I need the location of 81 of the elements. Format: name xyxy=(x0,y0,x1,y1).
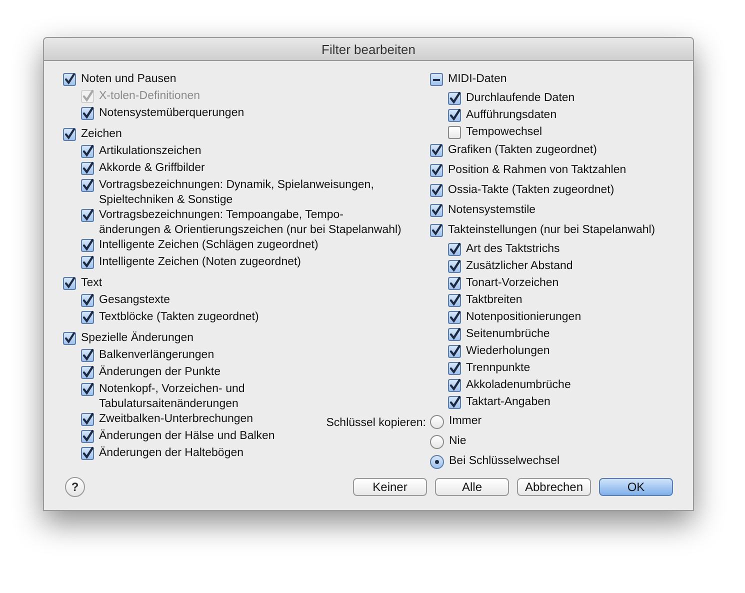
dialog-button[interactable]: Abbrechen xyxy=(517,478,591,496)
checkbox-label: Text xyxy=(81,276,102,291)
checkbox-label: Notensystemstile xyxy=(448,203,536,218)
checkbox[interactable] xyxy=(81,366,94,379)
checkbox-label: Zeichen xyxy=(81,127,122,142)
checkbox-label: Tempowechsel xyxy=(466,125,542,140)
checkbox-label: Akkorde & Griffbilder xyxy=(99,161,205,176)
checkbox-label: Tonart-Vorzeichen xyxy=(466,276,559,291)
checkbox-label: Notenkopf-, Vorzeichen- und Tabulatursaitenänderungen xyxy=(99,382,245,412)
checkbox-label: Noten und Pausen xyxy=(81,72,176,87)
checkbox-label: Intelligente Zeichen (Schlägen zugeordnet) xyxy=(99,238,318,253)
checkbox[interactable] xyxy=(81,294,94,307)
checkbox[interactable] xyxy=(81,430,94,443)
radio-label: Nie xyxy=(449,434,466,449)
checkbox[interactable] xyxy=(448,396,461,409)
checkbox-label: Taktart-Angaben xyxy=(466,395,550,410)
checkbox-label: Textblöcke (Takten zugeordnet) xyxy=(99,310,259,325)
checkbox[interactable] xyxy=(448,294,461,307)
checkbox-label: Änderungen der Haltebögen xyxy=(99,446,244,461)
checkbox-label: Grafiken (Takten zugeordnet) xyxy=(448,143,597,158)
checkbox[interactable] xyxy=(448,311,461,324)
checkbox[interactable] xyxy=(81,162,94,175)
checkbox[interactable] xyxy=(448,277,461,290)
checkbox-label: Spezielle Änderungen xyxy=(81,331,194,346)
checkbox-label: Vortragsbezeichnungen: Dynamik, Spielanweisungen, Spieltechniken & Sonstige xyxy=(99,178,374,208)
checkbox-label: Durchlaufende Daten xyxy=(466,91,575,106)
checkbox[interactable] xyxy=(448,345,461,358)
radio-button[interactable] xyxy=(430,414,444,428)
checkbox[interactable] xyxy=(81,349,94,362)
checkbox-label: Takteinstellungen (nur bei Stapelanwahl) xyxy=(448,223,656,238)
checkbox[interactable] xyxy=(81,107,94,120)
checkbox[interactable] xyxy=(81,447,94,460)
checkbox[interactable] xyxy=(81,311,94,324)
checkbox-label: Wiederholungen xyxy=(466,344,550,359)
radio-group-label: Schlüssel kopieren: xyxy=(325,416,426,431)
checkbox-label: Vortragsbezeichnungen: Tempoangabe, Tempo- änderungen & Orientierungszeichen (nur bei Stapelanwahl) xyxy=(99,208,402,238)
radio-label: Bei Schlüsselwechsel xyxy=(449,454,560,469)
checkbox-label: Seitenumbrüche xyxy=(466,327,550,342)
checkbox-label: Zusätzlicher Abstand xyxy=(466,259,573,274)
checkbox[interactable] xyxy=(81,179,94,192)
checkbox-label: Notensystemüberquerungen xyxy=(99,106,244,121)
checkbox[interactable] xyxy=(81,239,94,252)
checkbox-label: Art des Taktstrichs xyxy=(466,242,560,257)
checkbox[interactable] xyxy=(448,126,461,139)
checkbox[interactable] xyxy=(430,73,443,86)
checkbox[interactable] xyxy=(81,413,94,426)
checkbox-label: X-tolen-Definitionen xyxy=(99,89,200,104)
checkbox[interactable] xyxy=(448,328,461,341)
checkbox[interactable] xyxy=(448,260,461,273)
checkbox-label: Aufführungsdaten xyxy=(466,108,557,123)
checkbox-label: Änderungen der Punkte xyxy=(99,365,220,380)
radio-label: Immer xyxy=(449,414,482,429)
checkbox[interactable] xyxy=(448,109,461,122)
checkbox-label: Änderungen der Hälse und Balken xyxy=(99,429,275,444)
checkbox[interactable] xyxy=(448,379,461,392)
checkbox-label: Ossia-Takte (Takten zugeordnet) xyxy=(448,183,614,198)
checkbox-label: MIDI-Daten xyxy=(448,72,507,87)
radio-button[interactable] xyxy=(430,434,444,448)
checkbox[interactable] xyxy=(81,209,94,222)
checkbox-label: Balkenverlängerungen xyxy=(99,348,214,363)
checkbox-label: Zweitbalken-Unterbrechungen xyxy=(99,412,254,427)
dialog-button[interactable]: OK xyxy=(599,478,673,496)
checkbox-label: Notenpositionierungen xyxy=(466,310,582,325)
checkbox[interactable] xyxy=(448,92,461,105)
checkbox-label: Akkoladenumbrüche xyxy=(466,378,571,393)
checkbox-label: Intelligente Zeichen (Noten zugeordnet) xyxy=(99,255,302,270)
checkbox-label: Position & Rahmen von Taktzahlen xyxy=(448,163,626,178)
checkbox[interactable] xyxy=(81,256,94,269)
checkbox[interactable] xyxy=(81,383,94,396)
dialog-button[interactable]: Keiner xyxy=(353,478,427,496)
checkbox-label: Gesangstexte xyxy=(99,293,170,308)
checkbox-label: Trennpunkte xyxy=(466,361,530,376)
help-button[interactable]: ? xyxy=(65,477,85,497)
checkbox-label: Artikulationszeichen xyxy=(99,144,202,159)
window-title: Filter bearbeiten xyxy=(322,42,416,56)
dialog-button[interactable]: Alle xyxy=(435,478,509,496)
checkbox[interactable] xyxy=(448,362,461,375)
checkbox[interactable] xyxy=(81,145,94,158)
radio-button[interactable] xyxy=(430,454,444,468)
checkbox[interactable] xyxy=(448,243,461,256)
checkbox-label: Taktbreiten xyxy=(466,293,522,308)
